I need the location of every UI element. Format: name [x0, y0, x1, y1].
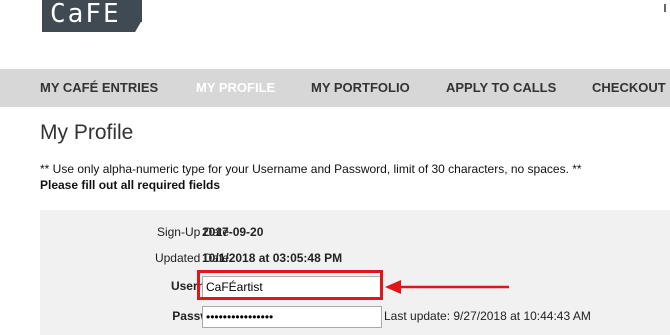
username-highlight-box	[197, 270, 383, 300]
required-fields-note: Please fill out all required fields	[40, 178, 221, 192]
profile-form-panel: Sign-Up Date 2017-09-20 Updated Date 10/…	[40, 210, 670, 335]
cafe-logo[interactable]: CaFE	[42, 0, 151, 32]
password-input[interactable]	[202, 306, 382, 328]
main-nav: MY CAFÉ ENTRIES MY PROFILE MY PORTFOLIO …	[0, 69, 670, 107]
username-row: Username	[40, 270, 670, 300]
nav-my-portfolio[interactable]: MY PORTFOLIO	[311, 69, 410, 107]
nav-my-cafe-entries[interactable]: MY CAFÉ ENTRIES	[40, 69, 158, 107]
instructions-line: ** Use only alpha-numeric type for your …	[40, 162, 582, 176]
nav-apply-to-calls[interactable]: APPLY TO CALLS	[446, 69, 556, 107]
password-last-update: Last update: 9/27/2018 at 10:44:43 AM	[384, 309, 591, 323]
logo-text: CaFE	[50, 0, 121, 29]
logo-notch	[135, 22, 151, 32]
updated-date-row: Updated Date 10/1/2018 at 03:05:48 PM	[40, 248, 670, 270]
signup-date-row: Sign-Up Date 2017-09-20	[40, 222, 670, 244]
pointer-arrow-icon	[385, 280, 509, 294]
signup-date-value: 2017-09-20	[202, 225, 264, 239]
nav-checkout[interactable]: CHECKOUT	[592, 69, 666, 107]
updated-date-value: 10/1/2018 at 03:05:48 PM	[202, 251, 343, 265]
nav-my-profile[interactable]: MY PROFILE	[196, 69, 275, 107]
password-row: Password Last update: 9/27/2018 at 10:44…	[40, 306, 670, 328]
page-title: My Profile	[40, 121, 134, 144]
header-corner-mark	[664, 4, 670, 12]
instructions-note: ** Use only alpha-numeric type for your …	[40, 161, 670, 193]
